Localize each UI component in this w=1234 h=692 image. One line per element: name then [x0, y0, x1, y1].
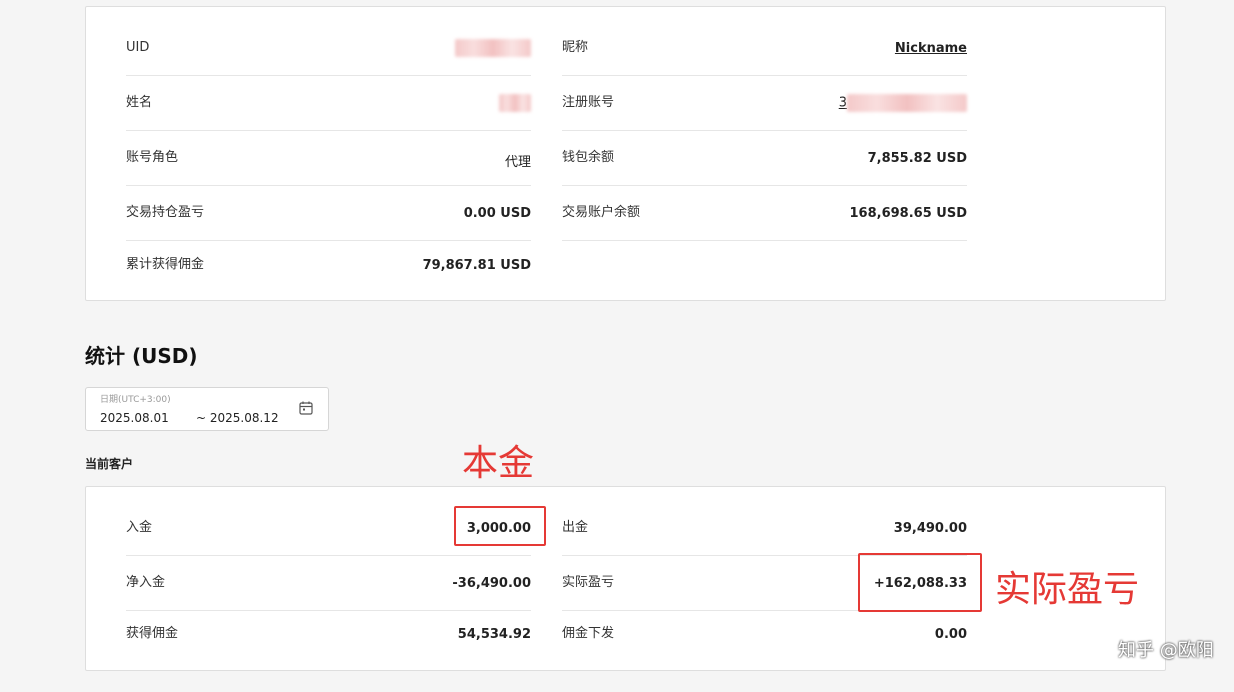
name-value-redacted: [499, 94, 531, 112]
commission-payout-value: 0.00: [934, 627, 967, 642]
withdraw-label: 出金: [562, 520, 589, 535]
withdraw-value: 39,490.00: [893, 521, 967, 536]
wallet-label: 钱包余额: [562, 150, 615, 165]
date-start[interactable]: 2025.08.01: [100, 411, 169, 425]
commission-value: 54,534.92: [457, 627, 531, 642]
net-deposit-value: -36,490.00: [452, 576, 531, 591]
deposit-label: 入金: [126, 520, 153, 535]
date-range-label: 日期(UTC+3:00): [100, 395, 171, 405]
commission-payout-label: 佣金下发: [562, 626, 615, 641]
position-pnl-value: 0.00 USD: [463, 206, 531, 221]
name-row: 姓名: [126, 76, 531, 131]
nickname-link[interactable]: Nickname: [895, 41, 967, 56]
position-pnl-row: 交易持仓盈亏 0.00 USD: [126, 186, 531, 241]
commission-total-label: 累计获得佣金: [126, 257, 205, 272]
uid-value-redacted: [455, 39, 531, 57]
stats-title: 统计 (USD): [85, 344, 198, 368]
role-label: 账号角色: [126, 150, 179, 165]
trade-balance-label: 交易账户余额: [562, 205, 641, 220]
watermark: 知乎 @欧阳: [1118, 640, 1214, 661]
nickname-row: 昵称 Nickname: [562, 21, 967, 76]
uid-label: UID: [126, 40, 150, 55]
name-label: 姓名: [126, 95, 153, 110]
commission-total-value: 79,867.81 USD: [422, 258, 531, 273]
nickname-label: 昵称: [562, 40, 589, 55]
net-deposit-row: 净入金 -36,490.00: [126, 556, 531, 611]
annotation-principal: 本金: [462, 443, 535, 484]
trade-balance-row: 交易账户余额 168,698.65 USD: [562, 186, 967, 241]
commission-label: 获得佣金: [126, 626, 179, 641]
annotation-box-realized-pnl: [858, 553, 982, 612]
position-pnl-label: 交易持仓盈亏: [126, 205, 205, 220]
commission-payout-row: 佣金下发 0.00: [562, 611, 967, 666]
reg-account-prefix: 3: [838, 95, 847, 111]
trade-balance-value: 168,698.65 USD: [849, 206, 967, 221]
annotation-actual-pnl: 实际盈亏: [995, 569, 1140, 610]
commission-row: 获得佣金 54,534.92: [126, 611, 531, 666]
commission-total-row: 累计获得佣金 79,867.81 USD: [126, 241, 531, 296]
wallet-row: 钱包余额 7,855.82 USD: [562, 131, 967, 186]
calendar-icon[interactable]: [298, 400, 314, 416]
uid-row: UID: [126, 21, 531, 76]
reg-account-label: 注册账号: [562, 95, 615, 110]
date-range-picker[interactable]: 日期(UTC+3:00) 2025.08.01 ~ 2025.08.12: [85, 387, 329, 431]
realized-pnl-label: 实际盈亏: [562, 575, 615, 590]
wallet-value: 7,855.82 USD: [867, 151, 967, 166]
annotation-box-deposit: [454, 506, 546, 546]
current-clients-heading: 当前客户: [85, 457, 134, 471]
reg-account-row: 注册账号 3: [562, 76, 967, 131]
role-value: 代理: [504, 155, 531, 170]
withdraw-row: 出金 39,490.00: [562, 501, 967, 556]
date-end[interactable]: ~ 2025.08.12: [196, 411, 279, 425]
net-deposit-label: 净入金: [126, 575, 166, 590]
profile-card: UID 昵称 Nickname 姓名 注册账号 3 账号角色 代理 钱包余额 7…: [85, 6, 1166, 301]
reg-account-value: 3: [839, 94, 967, 112]
role-row: 账号角色 代理: [126, 131, 531, 186]
